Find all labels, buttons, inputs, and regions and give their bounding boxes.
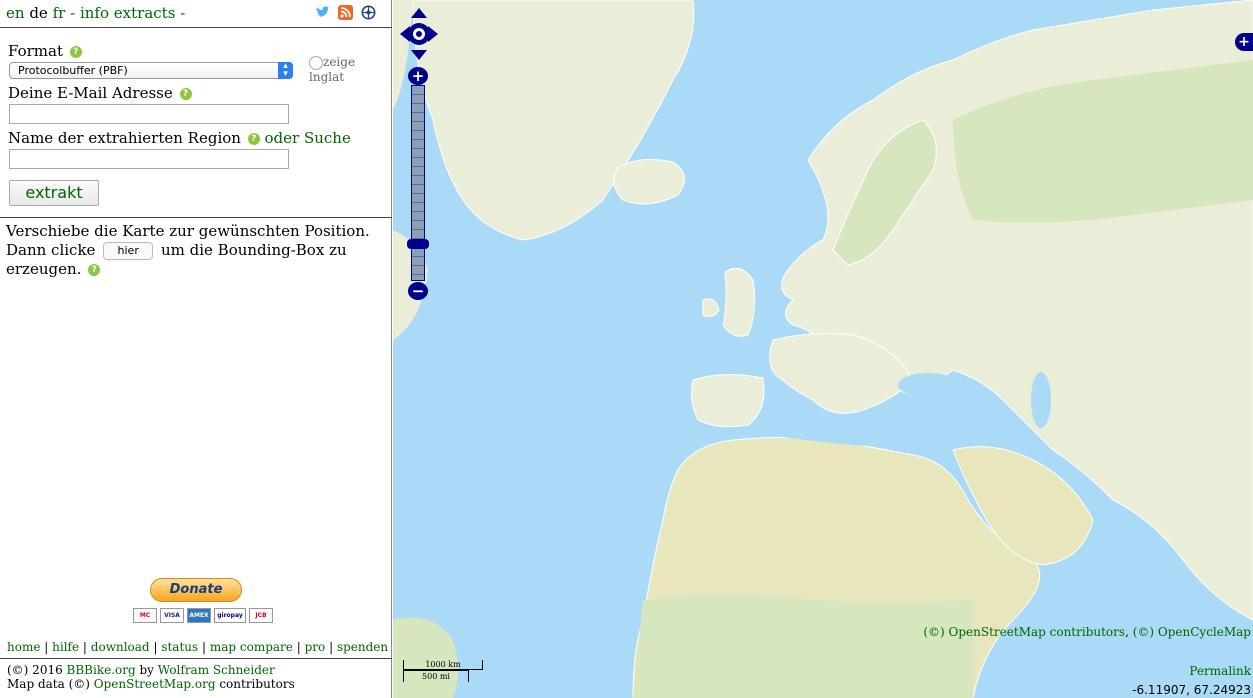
lang-de-current: de bbox=[29, 4, 48, 22]
locate-icon[interactable] bbox=[361, 5, 376, 20]
credits-line2: Map data (©) OpenStreetMap.org contribut… bbox=[7, 677, 295, 691]
credits: (©) 2016 BBBike.org by Wolfram Schneider… bbox=[7, 663, 295, 691]
format-label: Format bbox=[8, 42, 63, 60]
sidebar: en de fr - info extracts - Format ? Prot… bbox=[0, 0, 392, 698]
divider bbox=[0, 217, 392, 218]
footer-separator: | bbox=[201, 640, 207, 654]
help-icon[interactable]: ? bbox=[247, 133, 260, 145]
inglat-radio[interactable] bbox=[309, 55, 323, 70]
map-view[interactable]: + − + 1000 km 500 mi (©) OpenStreetMap c… bbox=[393, 0, 1253, 698]
mapdata-text: Map data (©) bbox=[7, 677, 90, 691]
lang-fr-link[interactable]: fr bbox=[53, 4, 66, 22]
footer-separator: | bbox=[153, 640, 158, 654]
donate-button[interactable]: Donate bbox=[150, 578, 242, 602]
twitter-icon[interactable] bbox=[315, 5, 330, 20]
inglat-row: zeige lnglat bbox=[309, 55, 391, 84]
scale-line: 1000 km 500 mi bbox=[403, 660, 485, 684]
zoom-bar[interactable] bbox=[411, 85, 425, 281]
instructions-line2: Dann clicke hier um die Bounding-Box zu … bbox=[6, 241, 391, 279]
select-arrow-icon: ▴ ▾ bbox=[278, 62, 293, 79]
footer-separator: | bbox=[44, 640, 49, 654]
map-tiles bbox=[393, 0, 1253, 698]
search-link[interactable]: oder Suche bbox=[265, 129, 351, 147]
footer-link-download[interactable]: download bbox=[91, 640, 150, 654]
email-label-row: Deine E-Mail Adresse ? bbox=[8, 84, 192, 102]
footer-separator: | bbox=[329, 640, 334, 654]
zoom-slider-handle[interactable] bbox=[407, 239, 429, 249]
zoom-out-button[interactable]: − bbox=[408, 282, 428, 300]
amex-icon: AMEX bbox=[187, 608, 211, 623]
social-icons bbox=[315, 5, 376, 20]
by-text: by bbox=[139, 663, 154, 677]
footer-separator: | bbox=[82, 640, 87, 654]
scale-mi: 500 mi bbox=[403, 670, 469, 682]
format-select[interactable]: Protocolbuffer (PBF) ▴ ▾ bbox=[9, 62, 293, 79]
layer-switcher-button[interactable]: + bbox=[1235, 33, 1253, 51]
attribution-separator: , bbox=[1125, 625, 1129, 639]
scale-km: 1000 km bbox=[403, 660, 483, 670]
payment-cards: MC VISA AMEX giropay JCB bbox=[133, 608, 273, 623]
ocm-attribution-link[interactable]: (©) OpenCycleMap bbox=[1133, 625, 1251, 639]
osm-attribution-link[interactable]: (©) OpenStreetMap contributors bbox=[923, 625, 1125, 639]
language-links: en de fr - info extracts - bbox=[6, 4, 185, 22]
osm-link[interactable]: OpenStreetMap.org bbox=[94, 677, 216, 691]
footer-link-home[interactable]: home bbox=[7, 640, 40, 654]
giropay-icon: giropay bbox=[214, 608, 246, 623]
help-icon[interactable]: ? bbox=[69, 46, 82, 58]
credits-line1: (©) 2016 BBBike.org by Wolfram Schneider bbox=[7, 663, 295, 677]
map-attribution: (©) OpenStreetMap contributors, (©) Open… bbox=[923, 625, 1251, 639]
region-label-row: Name der extrahierten Region ? oder Such… bbox=[8, 129, 351, 147]
jcb-icon: JCB bbox=[249, 608, 273, 623]
copyright-text: (©) 2016 bbox=[7, 663, 63, 677]
footer-link-pro[interactable]: pro bbox=[305, 640, 326, 654]
region-field[interactable] bbox=[9, 149, 289, 169]
author-link[interactable]: Wolfram Schneider bbox=[158, 663, 275, 677]
extract-button[interactable]: extrakt bbox=[9, 180, 99, 206]
divider bbox=[0, 658, 392, 659]
rss-icon[interactable] bbox=[338, 5, 353, 20]
footer-link-hilfe[interactable]: hilfe bbox=[52, 640, 79, 654]
region-label: Name der extrahierten Region bbox=[8, 129, 241, 147]
zoom-in-button[interactable]: + bbox=[408, 67, 428, 85]
footer-link-spenden[interactable]: spenden bbox=[337, 640, 388, 654]
pan-control-icon[interactable] bbox=[400, 8, 438, 60]
nav-dash: - bbox=[180, 4, 186, 22]
footer-link-map-compare[interactable]: map compare bbox=[210, 640, 293, 654]
bbbike-link[interactable]: BBBike.org bbox=[67, 663, 136, 677]
instructions: Verschiebe die Karte zur gewünschten Pos… bbox=[6, 222, 391, 279]
top-nav: en de fr - info extracts - bbox=[0, 0, 392, 28]
footer-link-status[interactable]: status bbox=[161, 640, 198, 654]
instructions-line1: Verschiebe die Karte zur gewünschten Pos… bbox=[6, 222, 370, 240]
email-field[interactable] bbox=[9, 104, 289, 124]
footer-separator: | bbox=[296, 640, 301, 654]
zoom-control: + − bbox=[407, 67, 429, 301]
lang-en-link[interactable]: en bbox=[6, 4, 25, 22]
email-label: Deine E-Mail Adresse bbox=[8, 84, 173, 102]
visa-icon: VISA bbox=[160, 608, 184, 623]
instructions-before: Dann clicke bbox=[6, 241, 96, 259]
format-label-row: Format ? bbox=[8, 42, 82, 60]
mouse-coordinates: -6.11907, 67.24923 bbox=[1132, 683, 1251, 697]
contributors-text: contributors bbox=[219, 677, 295, 691]
help-icon[interactable]: ? bbox=[179, 88, 192, 100]
permalink-link[interactable]: Permalink bbox=[1189, 664, 1251, 678]
mastercard-icon: MC bbox=[133, 608, 157, 623]
format-select-value: Protocolbuffer (PBF) bbox=[18, 64, 128, 77]
footer-links: home | hilfe | download | status | map c… bbox=[7, 640, 388, 654]
info-link[interactable]: info bbox=[80, 4, 109, 22]
nav-dash: - bbox=[70, 4, 76, 22]
extracts-link[interactable]: extracts bbox=[114, 4, 176, 22]
help-icon[interactable]: ? bbox=[88, 264, 101, 276]
hier-button[interactable]: hier bbox=[103, 242, 154, 260]
